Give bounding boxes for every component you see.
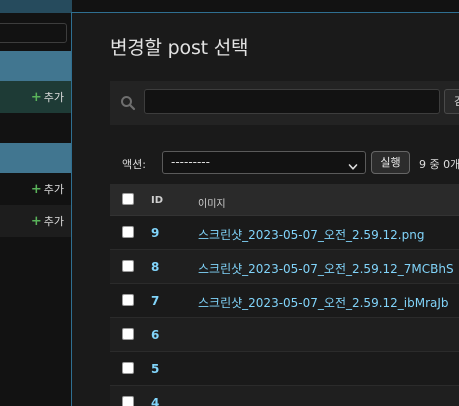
table-row: 9 스크린샷_2023-05-07_오전_2.59.12.png	[110, 216, 459, 250]
result-list-table: ID 이미지 9 스크린샷_2023-05-07_오전_2.59.12.png …	[110, 184, 459, 406]
sidebar-app-caption[interactable]	[0, 143, 72, 173]
sidebar-model-row-selected[interactable]: + 추가	[0, 81, 72, 113]
action-label: 액션:	[122, 158, 146, 171]
row-image-link[interactable]: 스크린샷_2023-05-07_오전_2.59.12_7MCBhS	[198, 260, 454, 277]
table-row: 6	[110, 318, 459, 352]
table-row: 4	[110, 386, 459, 406]
row-image-link[interactable]: 스크린샷_2023-05-07_오전_2.59.12.png	[198, 226, 424, 243]
site-header-strip	[0, 0, 72, 13]
actions-bar: 액션: --------- 실행 9 중 0개 선택됨	[122, 151, 459, 175]
row-id-link[interactable]: 5	[151, 362, 159, 376]
sidebar-add-link[interactable]: + 추가	[31, 181, 64, 197]
row-id-link[interactable]: 6	[151, 328, 159, 342]
row-image-link[interactable]: 스크린샷_2023-05-07_오전_2.59.12_ibMraJb	[198, 294, 449, 311]
row-checkbox[interactable]	[122, 226, 134, 238]
row-id-link[interactable]: 7	[151, 294, 159, 308]
add-label: 추가	[43, 91, 64, 104]
search-input[interactable]	[144, 89, 440, 114]
row-checkbox[interactable]	[122, 396, 134, 406]
run-action-button[interactable]: 실행	[371, 151, 410, 174]
table-row: 8 스크린샷_2023-05-07_오전_2.59.12_7MCBhS	[110, 250, 459, 284]
select-all-checkbox[interactable]	[122, 193, 134, 205]
column-header-id[interactable]: ID	[151, 195, 163, 206]
sidebar-add-link[interactable]: + 추가	[31, 89, 64, 105]
column-header-image[interactable]: 이미지	[198, 195, 226, 210]
search-button[interactable]: 검색	[444, 89, 459, 114]
table-row: 5	[110, 352, 459, 386]
row-checkbox[interactable]	[122, 260, 134, 272]
add-label: 추가	[43, 215, 64, 228]
plus-icon: +	[30, 182, 42, 197]
action-select[interactable]: ---------	[162, 151, 366, 174]
selection-count: 9 중 0개 선택됨	[419, 158, 459, 171]
row-checkbox[interactable]	[122, 362, 134, 374]
content-main: 변경할 post 선택 검색 액션: --------- 실행 9 중 0개 선…	[71, 12, 459, 406]
action-select-value: ---------	[171, 155, 210, 169]
row-id-link[interactable]: 8	[151, 260, 159, 274]
table-row: 7 스크린샷_2023-05-07_오전_2.59.12_ibMraJb	[110, 284, 459, 318]
page-title: 변경할 post 선택	[110, 37, 249, 59]
search-icon	[120, 95, 136, 111]
sidebar-model-row[interactable]: + 추가	[0, 173, 72, 205]
search-toolbar: 검색	[110, 81, 459, 125]
table-header: ID 이미지	[110, 184, 459, 216]
sidebar: + 추가 + 추가 + 추가	[0, 0, 72, 406]
row-id-link[interactable]: 9	[151, 226, 159, 240]
sidebar-add-link[interactable]: + 추가	[31, 213, 64, 229]
plus-icon: +	[30, 90, 42, 105]
row-id-link[interactable]: 4	[151, 396, 159, 406]
sidebar-app-caption[interactable]	[0, 51, 72, 81]
plus-icon: +	[30, 214, 42, 229]
row-checkbox[interactable]	[122, 294, 134, 306]
add-label: 추가	[43, 183, 64, 196]
sidebar-filter-input[interactable]	[0, 23, 67, 43]
row-checkbox[interactable]	[122, 328, 134, 340]
chevron-down-icon	[348, 158, 358, 170]
sidebar-model-row[interactable]: + 추가	[0, 205, 72, 237]
